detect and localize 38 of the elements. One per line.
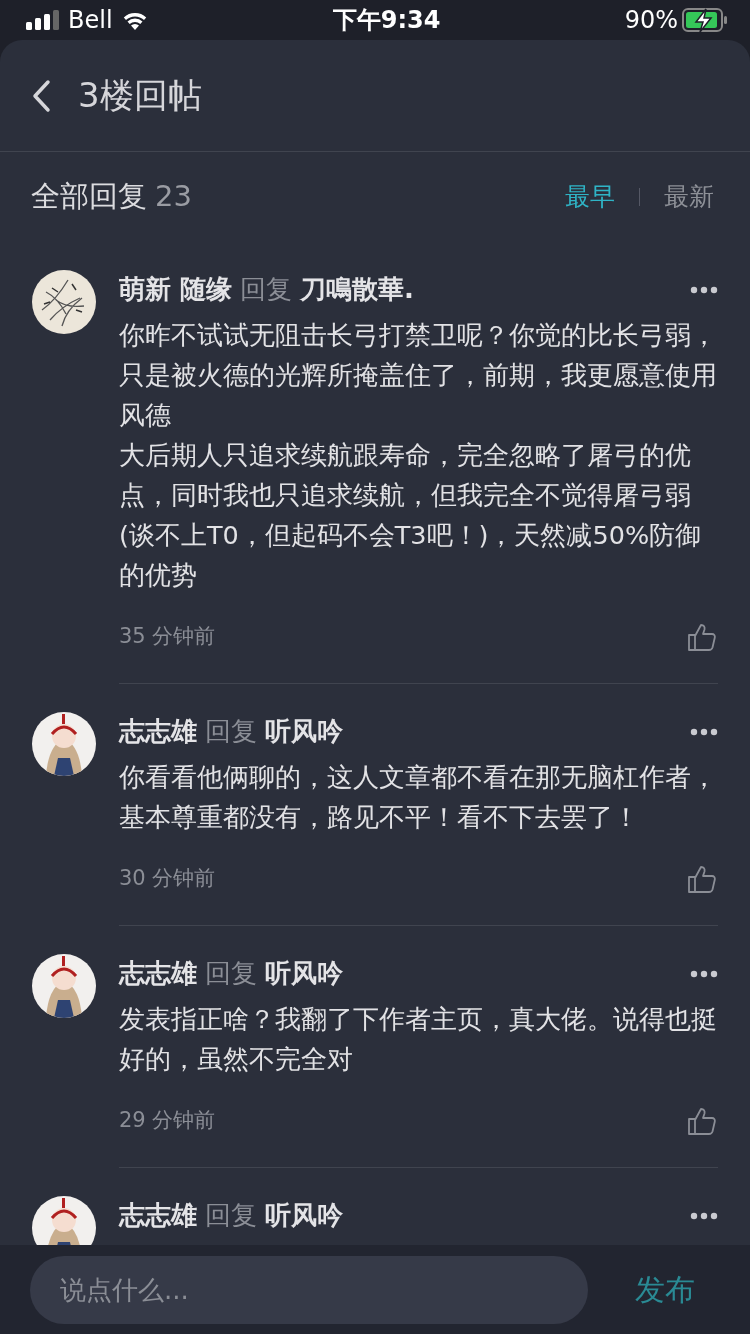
publish-button[interactable]: 发布 bbox=[635, 1267, 695, 1312]
author-name[interactable]: 志志雄 bbox=[119, 1196, 197, 1235]
more-icon[interactable] bbox=[690, 727, 718, 736]
reply-target-name[interactable]: 听风吟 bbox=[265, 712, 343, 751]
sort-tab[interactable]: 最早 bbox=[565, 178, 615, 216]
page-title: 3楼回帖 bbox=[78, 74, 202, 117]
author-name[interactable]: 志志雄 bbox=[119, 954, 197, 993]
battery-percent: 90% bbox=[624, 5, 678, 36]
status-time: 下午9:34 bbox=[332, 5, 441, 36]
comment-text: 你看看他俩聊的，这人文章都不看在那无脑杠作者，基本尊重都没有，路见不平！看不下去罢了！ bbox=[119, 761, 718, 834]
battery-charging-icon bbox=[682, 8, 728, 32]
more-icon[interactable] bbox=[690, 1211, 718, 1220]
comment-text: 大后期人只追求续航跟寿命，完全忽略了屠弓的优点，同时我也只追求续航，但我完全不觉得屠弓弱 (谈不上T0，但起码不会T3吧！)，天然减50%防御的优势 bbox=[119, 439, 703, 592]
reply-label: 回复 bbox=[205, 1199, 257, 1232]
reply-count: 23 bbox=[155, 178, 192, 216]
comment-text: 发表指正啥？我翻了下作者主页，真大佬。说得也挺好的，虽然不完全对 bbox=[119, 1003, 718, 1076]
sort-tab[interactable]: 最新 bbox=[664, 178, 714, 216]
author-name[interactable]: 萌新 随缘 bbox=[119, 270, 233, 309]
more-icon[interactable] bbox=[690, 285, 718, 294]
like-icon[interactable] bbox=[686, 863, 718, 895]
reply-target-name[interactable]: 刀鳴散華. bbox=[300, 270, 414, 309]
more-icon[interactable] bbox=[690, 969, 718, 978]
comment-time: 29 分钟前 bbox=[119, 1107, 216, 1135]
reply-label: 回复 bbox=[205, 957, 257, 990]
comment-text: 你昨不试试无阻击长弓打禁卫呢？你觉的比长弓弱，只是被火德的光辉所掩盖住了，前期，我更愿意使用风德 bbox=[119, 319, 718, 432]
author-name[interactable]: 志志雄 bbox=[119, 712, 197, 751]
reply-label: 回复 bbox=[205, 715, 257, 748]
reply-target-name[interactable]: 听风吟 bbox=[265, 954, 343, 993]
like-icon[interactable] bbox=[686, 1105, 718, 1137]
comment-time: 30 分钟前 bbox=[119, 865, 216, 893]
like-icon[interactable] bbox=[686, 621, 718, 653]
reply-label: 回复 bbox=[240, 273, 293, 306]
comment-time: 35 分钟前 bbox=[119, 623, 216, 651]
comment-input[interactable]: 说点什么... bbox=[30, 1255, 588, 1324]
signal-icon bbox=[26, 10, 60, 30]
carrier-name: Bell bbox=[68, 5, 113, 36]
replies-label: 全部回复 bbox=[31, 178, 147, 216]
reply-target-name[interactable]: 听风吟 bbox=[265, 1196, 343, 1235]
